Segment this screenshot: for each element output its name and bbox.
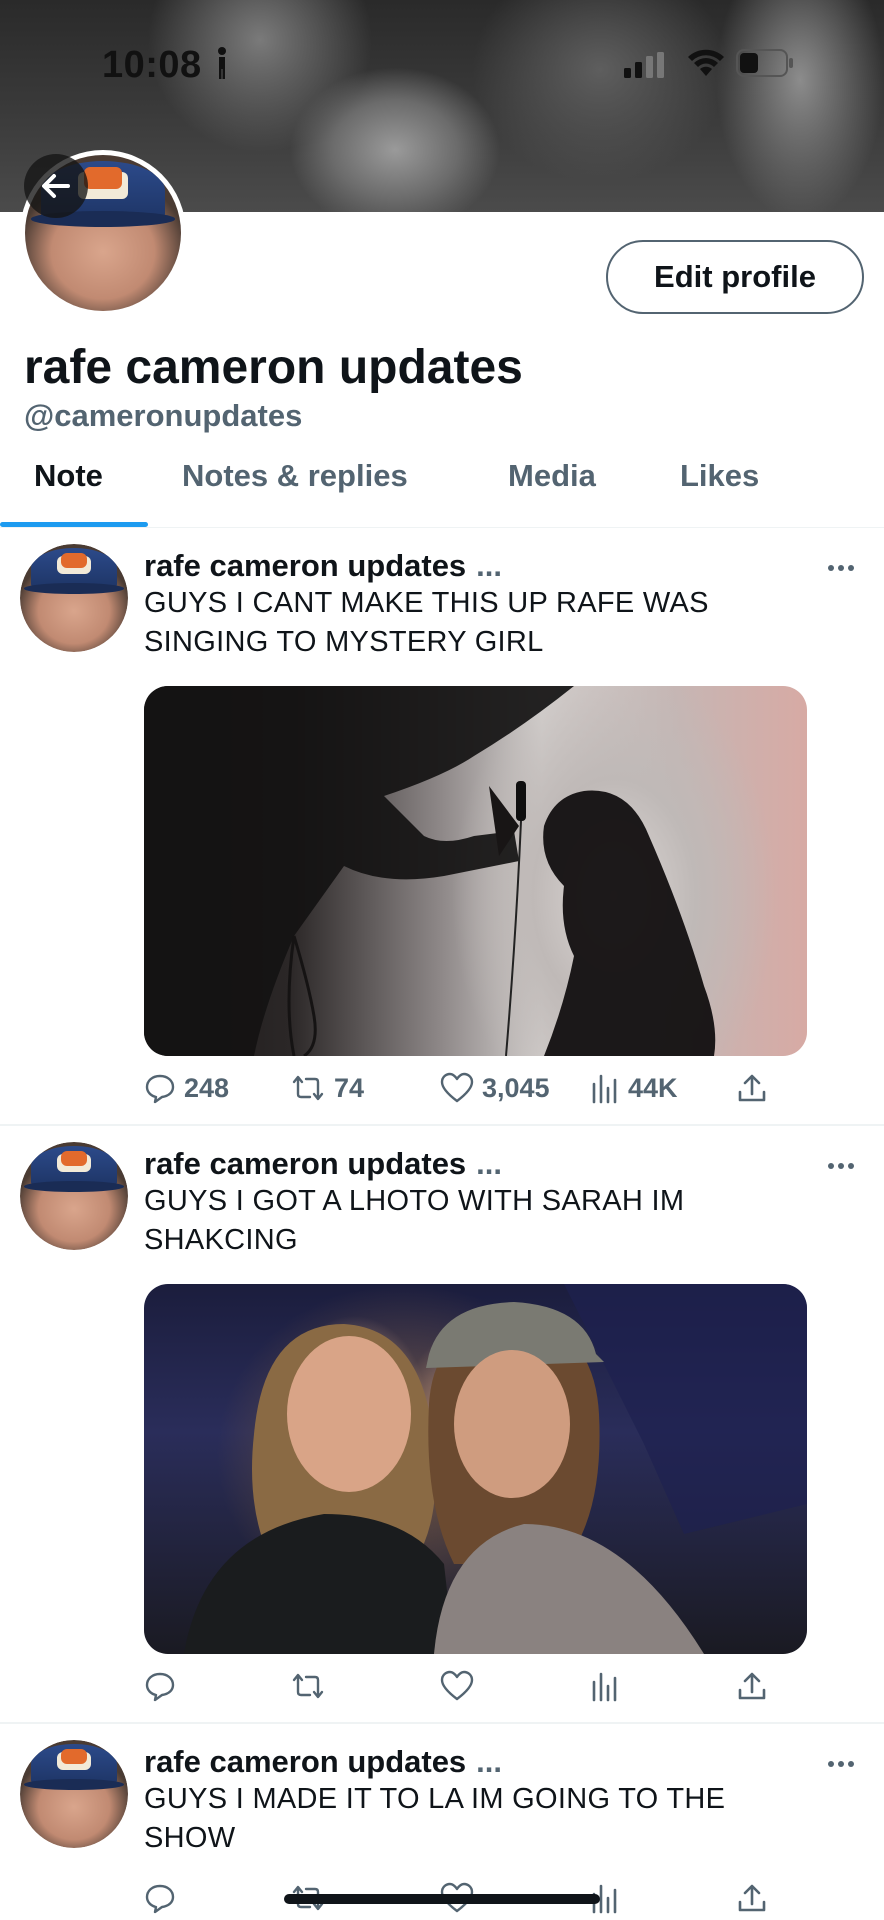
post-author[interactable]: rafe cameron updates... xyxy=(144,548,502,584)
post-text-line: SHAKCING xyxy=(144,1224,298,1256)
profile-tabs: Note Notes & replies Media Likes xyxy=(0,446,884,528)
share-button[interactable] xyxy=(736,1882,768,1914)
reply-button[interactable] xyxy=(144,1882,176,1914)
post-author-name: rafe cameron updates xyxy=(144,1744,467,1779)
reply-count: 248 xyxy=(184,1072,230,1103)
status-bar: 10:08 xyxy=(0,0,884,130)
tab-likes[interactable]: Likes xyxy=(680,458,759,494)
post-avatar[interactable] xyxy=(20,1142,128,1250)
share-icon xyxy=(738,1884,766,1912)
like-button[interactable] xyxy=(440,1670,474,1702)
post-text-line: SINGING TO MYSTERY GIRL xyxy=(144,626,544,658)
post-author-name: rafe cameron updates xyxy=(144,1146,467,1181)
concert-silhouette xyxy=(144,686,716,1056)
post-text-line: GUYS I CANT MAKE THIS UP RAFE WAS xyxy=(144,587,709,619)
post-avatar[interactable] xyxy=(20,544,128,652)
reply-button[interactable] xyxy=(144,1670,176,1702)
post-text-line: SHOW xyxy=(144,1822,236,1854)
post-author-dots: ... xyxy=(476,1146,503,1181)
more-options-icon[interactable] xyxy=(826,1156,856,1176)
reply-icon xyxy=(145,1672,175,1702)
more-options-icon[interactable] xyxy=(826,558,856,578)
post-text-line: GUYS I GOT A LHOTO WITH SARAH IM xyxy=(144,1185,685,1217)
tab-media[interactable]: Media xyxy=(508,458,596,494)
tab-note[interactable]: Note xyxy=(34,458,103,494)
wifi-icon xyxy=(688,49,724,76)
person-icon xyxy=(218,47,226,79)
post-text: GUYS I MADE IT TO LA IM GOING TO THE SHO… xyxy=(144,1780,844,1858)
profile-handle: @cameronupdates xyxy=(24,398,303,433)
repost-icon xyxy=(292,1673,324,1699)
post-avatar[interactable] xyxy=(20,1740,128,1848)
post[interactable]: rafe cameron updates... GUYS I GOT A LHO… xyxy=(0,1126,884,1722)
reply-button[interactable]: 248 xyxy=(144,1072,229,1104)
reply-icon xyxy=(145,1074,175,1104)
share-button[interactable] xyxy=(736,1072,768,1104)
post-actions: 248 74 3,045 44K xyxy=(144,1072,784,1112)
battery-icon xyxy=(736,49,793,77)
views-button[interactable]: 44K xyxy=(590,1072,678,1104)
repost-icon xyxy=(292,1075,324,1101)
share-icon xyxy=(738,1672,766,1700)
cellular-signal-icon xyxy=(624,52,664,78)
post-author[interactable]: rafe cameron updates... xyxy=(144,1744,502,1780)
post-image-selfie[interactable] xyxy=(144,1284,807,1654)
post-text-line: GUYS I MADE IT TO LA IM GOING TO THE xyxy=(144,1783,726,1815)
repost-button[interactable]: 74 xyxy=(290,1072,364,1104)
active-tab-indicator xyxy=(0,522,148,527)
reply-icon xyxy=(145,1884,175,1914)
post-author[interactable]: rafe cameron updates... xyxy=(144,1146,502,1182)
profile-display-name: rafe cameron updates xyxy=(24,341,523,394)
back-button[interactable] xyxy=(24,154,88,218)
heart-icon xyxy=(440,1072,474,1103)
share-button[interactable] xyxy=(736,1670,768,1702)
post[interactable]: rafe cameron updates... GUYS I MADE IT T… xyxy=(0,1724,884,1920)
arrow-left-icon xyxy=(42,174,70,198)
views-chart-icon xyxy=(592,1672,617,1702)
like-button[interactable]: 3,045 xyxy=(440,1072,550,1104)
post-author-dots: ... xyxy=(476,548,503,583)
like-count: 3,045 xyxy=(482,1072,550,1103)
tab-notes-and-replies[interactable]: Notes & replies xyxy=(182,458,408,494)
status-time: 10:08 xyxy=(102,44,202,86)
post[interactable]: rafe cameron updates... GUYS I CANT MAKE… xyxy=(0,528,884,1124)
share-icon xyxy=(738,1074,766,1102)
post-author-name: rafe cameron updates xyxy=(144,548,467,583)
edit-profile-button[interactable]: Edit profile xyxy=(606,240,864,314)
selfie-scene xyxy=(184,1284,807,1654)
post-image-concert[interactable] xyxy=(144,686,807,1056)
post-text: GUYS I CANT MAKE THIS UP RAFE WAS SINGIN… xyxy=(144,584,844,662)
view-count: 44K xyxy=(628,1072,678,1103)
more-options-icon[interactable] xyxy=(826,1754,856,1774)
views-chart-icon xyxy=(592,1074,617,1104)
post-text: GUYS I GOT A LHOTO WITH SARAH IM SHAKCIN… xyxy=(144,1182,844,1260)
views-button[interactable] xyxy=(590,1670,620,1702)
post-author-dots: ... xyxy=(476,1744,503,1779)
heart-icon xyxy=(440,1670,474,1701)
repost-button[interactable] xyxy=(290,1670,326,1702)
post-actions xyxy=(144,1670,784,1710)
repost-count: 74 xyxy=(334,1072,365,1103)
home-indicator[interactable] xyxy=(284,1894,600,1904)
